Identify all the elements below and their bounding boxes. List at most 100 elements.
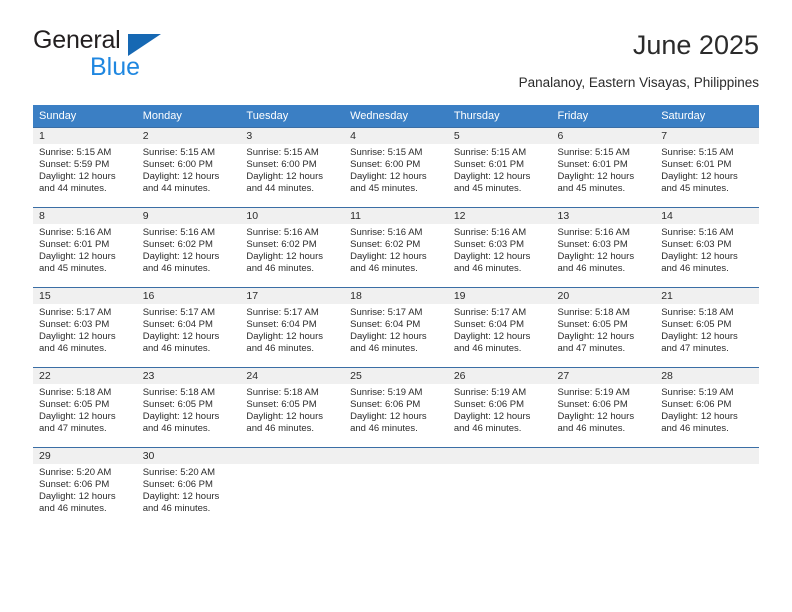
calendar-day-cell[interactable]: 4 Sunrise: 5:15 AM Sunset: 6:00 PM Daylight… — [344, 127, 448, 208]
day-cell-inner: 27 Sunrise: 5:19 AM Sunset: 6:06 PM Dayligh… — [551, 368, 656, 447]
calendar-day-cell[interactable]: 21 Sunrise: 5:18 AM Sunset: 6:05 PM Dayligh… — [655, 287, 759, 368]
sunset-text: Sunset: 6:01 PM — [557, 159, 628, 171]
day-number: 3 — [240, 128, 345, 144]
daylight-text-line1: Daylight: 12 hours — [246, 251, 323, 263]
day-cell-inner: 22 Sunrise: 5:18 AM Sunset: 6:05 PM Dayligh… — [33, 368, 137, 447]
day-details: Sunrise: 5:15 AM Sunset: 6:01 PM Daylight:… — [448, 144, 552, 195]
day-details: Sunrise: 5:15 AM Sunset: 5:59 PM Daylight:… — [33, 144, 137, 195]
title-block: June 2025 Panalanoy, Eastern Visayas, Ph… — [519, 28, 759, 91]
sunrise-text: Sunrise: 5:16 AM — [453, 227, 527, 238]
day-cell-inner: 17 Sunrise: 5:17 AM Sunset: 6:04 PM Dayligh… — [240, 288, 345, 367]
calendar-day-cell[interactable]: 20 Sunrise: 5:18 AM Sunset: 6:05 PM Dayligh… — [551, 287, 656, 368]
sunrise-text: Sunrise: 5:19 AM — [453, 387, 527, 398]
calendar-day-cell[interactable]: 29 Sunrise: 5:20 AM Sunset: 6:06 PM Dayligh… — [33, 447, 137, 527]
day-number: 9 — [136, 208, 241, 224]
calendar-day-cell[interactable]: 2 Sunrise: 5:15 AM Sunset: 6:00 PM Daylight… — [136, 127, 241, 208]
calendar-week-row: 1 Sunrise: 5:15 AM Sunset: 5:59 PM Daylight… — [33, 127, 759, 208]
calendar-day-cell[interactable]: 10 Sunrise: 5:16 AM Sunset: 6:02 PM Dayligh… — [240, 207, 345, 288]
daylight-text-line2: and 46 minutes. — [142, 503, 211, 515]
sunset-text: Sunset: 6:06 PM — [453, 399, 525, 411]
day-cell-inner: 26 Sunrise: 5:19 AM Sunset: 6:06 PM Dayligh… — [447, 368, 552, 447]
calendar-day-cell[interactable]: 19 Sunrise: 5:17 AM Sunset: 6:04 PM Dayligh… — [447, 287, 552, 368]
sunrise-text: Sunrise: 5:16 AM — [661, 227, 734, 238]
sunrise-text: Sunrise: 5:15 AM — [350, 147, 423, 158]
sunrise-text: Sunrise: 5:15 AM — [142, 147, 216, 158]
calendar-day-cell[interactable]: 13 Sunrise: 5:16 AM Sunset: 6:03 PM Dayligh… — [551, 207, 656, 288]
calendar-day-cell[interactable]: 23 Sunrise: 5:18 AM Sunset: 6:05 PM Dayligh… — [136, 367, 241, 448]
day-details — [344, 464, 448, 467]
sunrise-text: Sunrise: 5:15 AM — [557, 147, 630, 158]
daylight-text-line1: Daylight: 12 hours — [142, 171, 220, 183]
daylight-text-line2: and 45 minutes. — [350, 183, 418, 195]
day-number: 26 — [447, 368, 552, 384]
calendar-day-cell[interactable]: 8 Sunrise: 5:16 AM Sunset: 6:01 PM Daylight… — [33, 207, 137, 288]
day-number: 19 — [447, 288, 552, 304]
day-number: 7 — [655, 128, 759, 144]
day-details: Sunrise: 5:17 AM Sunset: 6:04 PM Daylight:… — [448, 304, 552, 355]
calendar-day-cell[interactable]: 28 Sunrise: 5:19 AM Sunset: 6:06 PM Dayligh… — [655, 367, 759, 448]
day-cell-inner — [344, 448, 448, 527]
calendar-day-cell[interactable]: 24 Sunrise: 5:18 AM Sunset: 6:05 PM Dayligh… — [240, 367, 345, 448]
calendar-day-cell[interactable]: 9 Sunrise: 5:16 AM Sunset: 6:02 PM Daylight… — [136, 207, 241, 288]
calendar-day-cell[interactable]: 25 Sunrise: 5:19 AM Sunset: 6:06 PM Dayligh… — [344, 367, 448, 448]
day-cell-inner: 28 Sunrise: 5:19 AM Sunset: 6:06 PM Dayligh… — [655, 368, 759, 447]
day-number: 6 — [551, 128, 656, 144]
calendar-day-cell[interactable]: 17 Sunrise: 5:17 AM Sunset: 6:04 PM Dayligh… — [240, 287, 345, 368]
weekday-header-sunday: Sunday — [33, 105, 137, 128]
calendar-day-cell[interactable]: 27 Sunrise: 5:19 AM Sunset: 6:06 PM Dayligh… — [551, 367, 656, 448]
calendar-day-cell[interactable]: 15 Sunrise: 5:17 AM Sunset: 6:03 PM Dayligh… — [33, 287, 137, 368]
calendar-day-cell[interactable]: 11 Sunrise: 5:16 AM Sunset: 6:02 PM Dayligh… — [344, 207, 448, 288]
calendar-day-cell[interactable]: 22 Sunrise: 5:18 AM Sunset: 6:05 PM Dayligh… — [33, 367, 137, 448]
general-blue-logo[interactable]: General Blue — [33, 28, 213, 86]
calendar-day-cell[interactable]: 30 Sunrise: 5:20 AM Sunset: 6:06 PM Dayligh… — [136, 447, 241, 527]
calendar-day-cell[interactable]: 18 Sunrise: 5:17 AM Sunset: 6:04 PM Dayligh… — [344, 287, 448, 368]
day-number: 30 — [136, 448, 241, 464]
calendar-day-cell[interactable]: 3 Sunrise: 5:15 AM Sunset: 6:00 PM Daylight… — [240, 127, 345, 208]
sunset-text: Sunset: 6:06 PM — [557, 399, 628, 411]
daylight-text-line2: and 46 minutes. — [142, 423, 211, 435]
daylight-text-line2: and 46 minutes. — [557, 423, 626, 435]
day-number — [344, 448, 448, 464]
day-number: 17 — [240, 288, 345, 304]
day-number: 21 — [655, 288, 759, 304]
calendar-day-cell[interactable]: 7 Sunrise: 5:15 AM Sunset: 6:01 PM Daylight… — [655, 127, 759, 208]
day-cell-inner: 10 Sunrise: 5:16 AM Sunset: 6:02 PM Dayligh… — [240, 208, 345, 287]
day-number: 12 — [447, 208, 552, 224]
daylight-text-line2: and 47 minutes. — [557, 343, 626, 355]
day-number: 25 — [344, 368, 448, 384]
daylight-text-line2: and 44 minutes. — [39, 183, 107, 195]
day-details: Sunrise: 5:19 AM Sunset: 6:06 PM Daylight:… — [344, 384, 448, 435]
daylight-text-line2: and 46 minutes. — [39, 343, 107, 355]
day-cell-inner: 19 Sunrise: 5:17 AM Sunset: 6:04 PM Dayligh… — [447, 288, 552, 367]
calendar-day-cell[interactable]: 1 Sunrise: 5:15 AM Sunset: 5:59 PM Daylight… — [33, 127, 137, 208]
sunset-text: Sunset: 6:00 PM — [142, 159, 213, 171]
day-details: Sunrise: 5:16 AM Sunset: 6:03 PM Daylight:… — [655, 224, 759, 275]
sunset-text: Sunset: 6:00 PM — [350, 159, 421, 171]
daylight-text-line2: and 46 minutes. — [350, 263, 418, 275]
day-number: 13 — [551, 208, 656, 224]
daylight-text-line2: and 46 minutes. — [142, 263, 211, 275]
sunrise-text: Sunrise: 5:19 AM — [557, 387, 630, 398]
day-cell-inner: 14 Sunrise: 5:16 AM Sunset: 6:03 PM Dayligh… — [655, 208, 759, 287]
sunset-text: Sunset: 6:05 PM — [39, 399, 110, 411]
sunset-text: Sunset: 6:06 PM — [142, 479, 213, 491]
sunrise-text: Sunrise: 5:17 AM — [350, 307, 423, 318]
calendar-day-cell[interactable]: 26 Sunrise: 5:19 AM Sunset: 6:06 PM Dayligh… — [447, 367, 552, 448]
calendar-day-cell[interactable]: 6 Sunrise: 5:15 AM Sunset: 6:01 PM Daylight… — [551, 127, 656, 208]
day-number: 27 — [551, 368, 656, 384]
sunrise-text: Sunrise: 5:17 AM — [142, 307, 216, 318]
sunset-text: Sunset: 6:04 PM — [453, 319, 525, 331]
sunset-text: Sunset: 6:05 PM — [661, 319, 732, 331]
calendar-day-cell[interactable]: 12 Sunrise: 5:16 AM Sunset: 6:03 PM Dayligh… — [447, 207, 552, 288]
day-cell-inner: 8 Sunrise: 5:16 AM Sunset: 6:01 PM Daylight… — [33, 208, 137, 287]
calendar-day-cell[interactable]: 16 Sunrise: 5:17 AM Sunset: 6:04 PM Dayligh… — [136, 287, 241, 368]
calendar-day-cell[interactable]: 14 Sunrise: 5:16 AM Sunset: 6:03 PM Dayligh… — [655, 207, 759, 288]
day-details: Sunrise: 5:16 AM Sunset: 6:03 PM Daylight:… — [448, 224, 552, 275]
daylight-text-line1: Daylight: 12 hours — [39, 171, 116, 183]
daylight-text-line1: Daylight: 12 hours — [142, 411, 220, 423]
daylight-text-line1: Daylight: 12 hours — [661, 251, 738, 263]
calendar-day-cell[interactable]: 5 Sunrise: 5:15 AM Sunset: 6:01 PM Daylight… — [447, 127, 552, 208]
sunset-text: Sunset: 6:04 PM — [142, 319, 213, 331]
sunset-text: Sunset: 5:59 PM — [39, 159, 110, 171]
sunrise-text: Sunrise: 5:19 AM — [350, 387, 423, 398]
